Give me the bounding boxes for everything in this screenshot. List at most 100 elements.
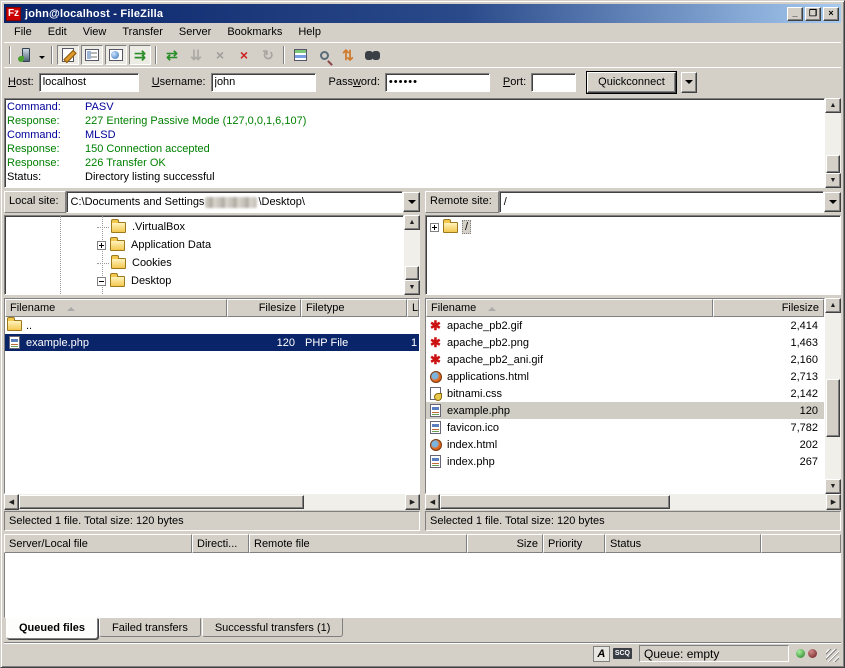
tab-queued-files[interactable]: Queued files: [6, 618, 98, 639]
message-log-body[interactable]: Command:PASV Response:227 Entering Passi…: [4, 98, 825, 188]
column-header-filename[interactable]: Filename: [5, 299, 227, 317]
scrollbar-thumb[interactable]: [826, 155, 840, 173]
remote-site-combo-dropdown[interactable]: [824, 192, 841, 212]
column-header-last-modified[interactable]: Last modified: [407, 299, 419, 317]
title-bar[interactable]: Fz john@localhost - FileZilla _ ❐ ×: [4, 4, 841, 23]
file-row[interactable]: ..: [5, 317, 419, 334]
file-row[interactable]: index.php267: [426, 453, 824, 470]
chevron-down-icon: [829, 200, 837, 208]
menu-bookmarks[interactable]: Bookmarks: [219, 24, 290, 40]
scroll-right-icon[interactable]: ▶: [826, 494, 841, 510]
toggle-queue-button[interactable]: ⇉: [129, 45, 151, 65]
file-row[interactable]: bitnami.css2,142: [426, 385, 824, 402]
scroll-up-icon[interactable]: ▲: [825, 298, 841, 313]
column-header-priority[interactable]: Priority: [543, 534, 605, 553]
cancel-operation-button[interactable]: ×: [209, 45, 231, 65]
username-input[interactable]: [211, 73, 316, 92]
local-tree-scrollbar[interactable]: ▲ ▼: [404, 215, 420, 295]
scroll-up-icon[interactable]: ▲: [404, 215, 420, 230]
ascii-datatype-icon[interactable]: A: [593, 646, 610, 662]
tree-item[interactable]: Desktop: [5, 272, 403, 290]
filter-button[interactable]: [289, 45, 311, 65]
local-tree-body[interactable]: .VirtualBox Application Data Cookies Des…: [4, 215, 404, 295]
quickconnect-dropdown[interactable]: [681, 72, 697, 93]
menu-server[interactable]: Server: [171, 24, 219, 40]
toggle-remote-tree-button[interactable]: [105, 45, 127, 65]
process-queue-button[interactable]: ⇊: [185, 45, 207, 65]
tree-item[interactable]: /: [426, 218, 840, 236]
file-row-selected[interactable]: example.php120: [426, 402, 824, 419]
scrollbar-thumb[interactable]: [826, 379, 840, 437]
scrollbar-thumb[interactable]: [440, 495, 670, 509]
column-header-status[interactable]: Status: [605, 534, 761, 553]
port-input[interactable]: [531, 73, 576, 92]
column-header-filesize[interactable]: Filesize: [713, 299, 824, 317]
column-header-size[interactable]: Size: [467, 534, 543, 553]
scroll-down-icon[interactable]: ▼: [825, 173, 841, 188]
queue-list-body[interactable]: [4, 553, 841, 618]
file-row-selected[interactable]: example.php 120 PHP File 1: [5, 334, 419, 351]
scrollbar-thumb[interactable]: [405, 266, 419, 280]
minimize-button[interactable]: _: [787, 7, 803, 21]
expand-plus-icon[interactable]: [430, 223, 439, 232]
scroll-left-icon[interactable]: ◀: [4, 494, 19, 510]
tab-successful-transfers[interactable]: Successful transfers (1): [202, 618, 344, 637]
remote-list-scrollbar[interactable]: ▲ ▼: [825, 298, 841, 494]
file-row[interactable]: ✱apache_pb2.gif2,414: [426, 317, 824, 334]
password-input[interactable]: [385, 73, 490, 92]
column-header-server-local-file[interactable]: Server/Local file: [4, 534, 192, 553]
menu-file[interactable]: File: [6, 24, 40, 40]
file-row[interactable]: index.html202: [426, 436, 824, 453]
find-button[interactable]: [361, 45, 383, 65]
toggle-local-tree-button[interactable]: [81, 45, 103, 65]
menu-help[interactable]: Help: [290, 24, 329, 40]
scroll-down-icon[interactable]: ▼: [825, 479, 841, 494]
tree-item[interactable]: .VirtualBox: [5, 218, 403, 236]
host-input[interactable]: [39, 73, 139, 92]
local-horizontal-scrollbar[interactable]: ◀ ▶: [4, 494, 420, 510]
remote-site-combo[interactable]: /: [499, 191, 824, 213]
scroll-up-icon[interactable]: ▲: [825, 98, 841, 113]
close-button[interactable]: ×: [823, 7, 839, 21]
maximize-button[interactable]: ❐: [805, 7, 821, 21]
local-site-combo-dropdown[interactable]: [403, 192, 420, 212]
file-row[interactable]: applications.html2,713: [426, 368, 824, 385]
local-site-combo[interactable]: C:\Documents and Settings\Desktop\: [66, 191, 403, 213]
site-manager-button[interactable]: [15, 45, 37, 65]
menu-edit[interactable]: Edit: [40, 24, 75, 40]
resize-grip[interactable]: [826, 649, 839, 662]
toggle-message-log-button[interactable]: [57, 45, 79, 65]
log-scrollbar[interactable]: ▲ ▼: [825, 98, 841, 188]
file-row[interactable]: favicon.ico7,782: [426, 419, 824, 436]
disconnect-button[interactable]: ×: [233, 45, 255, 65]
quickconnect-button[interactable]: Quickconnect: [587, 72, 676, 93]
tree-item[interactable]: Cookies: [5, 254, 403, 272]
remote-list-body[interactable]: ✱apache_pb2.gif2,414 ✱apache_pb2.png1,46…: [426, 317, 824, 493]
site-manager-dropdown[interactable]: [39, 56, 45, 62]
reconnect-button[interactable]: ↻: [257, 45, 279, 65]
compare-button[interactable]: [313, 45, 335, 65]
column-header-direction[interactable]: Directi...: [192, 534, 249, 553]
refresh-button[interactable]: ⇄: [161, 45, 183, 65]
menu-view[interactable]: View: [75, 24, 115, 40]
menu-transfer[interactable]: Transfer: [114, 24, 171, 40]
collapse-minus-icon[interactable]: [97, 277, 106, 286]
tree-item[interactable]: Application Data: [5, 236, 403, 254]
column-header-filesize[interactable]: Filesize: [227, 299, 301, 317]
tab-failed-transfers[interactable]: Failed transfers: [99, 618, 201, 637]
remote-horizontal-scrollbar[interactable]: ◀ ▶: [425, 494, 841, 510]
expand-plus-icon[interactable]: [97, 241, 106, 250]
scroll-left-icon[interactable]: ◀: [425, 494, 440, 510]
sync-browsing-button[interactable]: ⇅: [337, 45, 359, 65]
speedlimit-icon[interactable]: SCQ: [613, 648, 632, 659]
scroll-right-icon[interactable]: ▶: [405, 494, 420, 510]
file-row[interactable]: ✱apache_pb2_ani.gif2,160: [426, 351, 824, 368]
column-header-remote-file[interactable]: Remote file: [249, 534, 467, 553]
scroll-down-icon[interactable]: ▼: [404, 280, 420, 295]
file-row[interactable]: ✱apache_pb2.png1,463: [426, 334, 824, 351]
column-header-filename[interactable]: Filename: [426, 299, 713, 317]
local-list-body[interactable]: .. example.php 120 PHP File 1: [5, 317, 419, 493]
remote-tree-body[interactable]: /: [425, 215, 841, 295]
column-header-filetype[interactable]: Filetype: [301, 299, 407, 317]
scrollbar-thumb[interactable]: [19, 495, 304, 509]
